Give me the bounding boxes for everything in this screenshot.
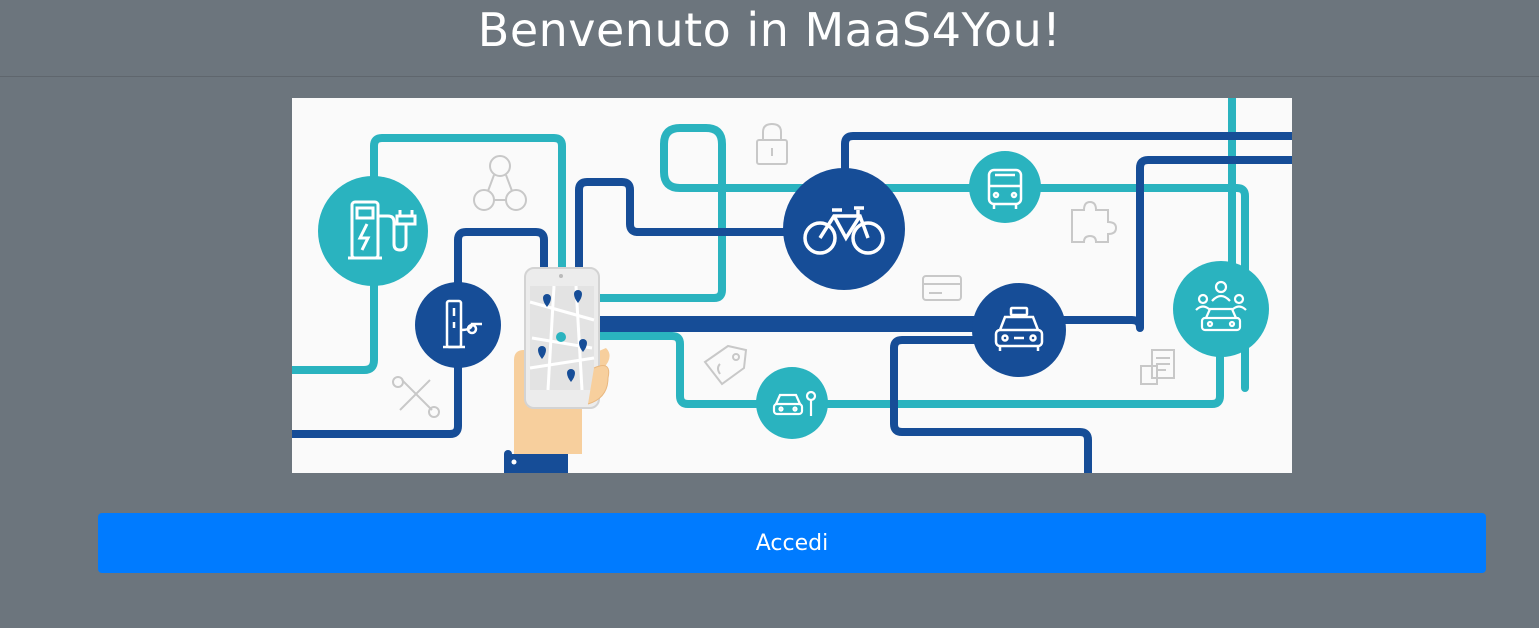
car-sharing-icon xyxy=(1173,261,1269,357)
login-button[interactable]: Accedi xyxy=(98,513,1486,573)
bicycle-icon xyxy=(783,168,905,290)
charging-post-icon xyxy=(415,282,501,368)
page-title: Benvenuto in MaaS4You! xyxy=(477,3,1062,57)
hero-illustration xyxy=(292,98,1292,473)
car-parking-icon xyxy=(756,367,828,439)
ev-charging-station-icon xyxy=(318,176,428,286)
bus-icon xyxy=(969,151,1041,223)
page-header: Benvenuto in MaaS4You! xyxy=(0,0,1539,77)
taxi-icon xyxy=(972,283,1066,377)
